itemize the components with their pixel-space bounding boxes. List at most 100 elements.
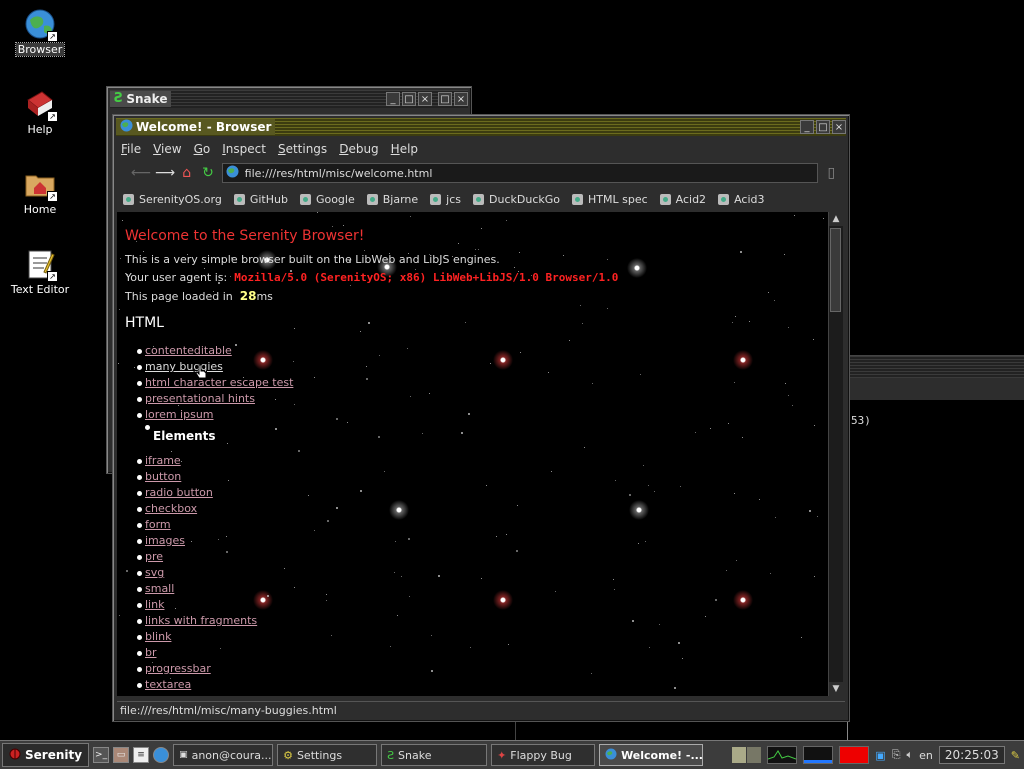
link-form[interactable]: form bbox=[145, 518, 171, 531]
bookmark-duckduckgo[interactable]: DuckDuckGo bbox=[473, 193, 560, 206]
clipboard-icon[interactable]: ⎘ bbox=[892, 748, 901, 762]
star bbox=[654, 491, 655, 492]
desktop-icon-home[interactable]: ↗ Home bbox=[5, 168, 75, 216]
home-icon[interactable]: ⌂ bbox=[179, 165, 194, 181]
star bbox=[728, 423, 729, 424]
terminal-icon[interactable]: >_ bbox=[93, 747, 110, 763]
browser-icon[interactable] bbox=[153, 747, 170, 763]
keyboard-layout[interactable]: en bbox=[919, 749, 933, 762]
background-window-titlebar[interactable] bbox=[847, 356, 1024, 378]
workspace-switcher[interactable] bbox=[732, 747, 762, 763]
url-bar[interactable] bbox=[221, 163, 818, 183]
desktop-icon-help[interactable]: ↗ Help bbox=[5, 88, 75, 136]
star bbox=[823, 218, 824, 219]
close-button[interactable]: × bbox=[418, 92, 432, 106]
star bbox=[809, 510, 811, 512]
list-item: link bbox=[136, 597, 618, 613]
url-input[interactable] bbox=[242, 165, 807, 181]
link-blink[interactable]: blink bbox=[145, 630, 171, 643]
browser-window[interactable]: Welcome! - Browser _ □ × File View Go In… bbox=[112, 114, 850, 722]
menu-file[interactable]: File bbox=[121, 142, 141, 156]
bookmark-label: Google bbox=[315, 192, 355, 206]
bookmark-bjarne[interactable]: Bjarne bbox=[366, 193, 418, 206]
scroll-up-arrow-icon[interactable]: ▲ bbox=[829, 212, 843, 226]
star bbox=[801, 637, 802, 638]
reload-icon[interactable]: ↻ bbox=[200, 165, 215, 181]
bookmark-serenityos[interactable]: SerenityOS.org bbox=[123, 193, 222, 206]
scroll-down-arrow-icon[interactable]: ▼ bbox=[829, 682, 843, 696]
back-arrow-icon[interactable]: ⟵ bbox=[131, 165, 151, 181]
snake-titlebar[interactable]: Ƨ Snake _ □ × □ × bbox=[110, 90, 468, 108]
task-snake[interactable]: Ƨ Snake bbox=[381, 744, 488, 766]
menu-settings[interactable]: Settings bbox=[278, 142, 327, 156]
link-many-buggies[interactable]: many buggies bbox=[145, 360, 223, 373]
task-settings[interactable]: ⚙ Settings bbox=[277, 744, 378, 766]
notes-icon[interactable]: ✎ bbox=[1011, 749, 1020, 762]
menu-inspect[interactable]: Inspect bbox=[222, 142, 266, 156]
bookmark-jcs[interactable]: jcs bbox=[430, 193, 461, 206]
close-button[interactable]: × bbox=[454, 92, 468, 106]
forward-arrow-icon[interactable]: ⟶ bbox=[155, 165, 175, 181]
close-button[interactable]: × bbox=[832, 120, 846, 134]
maximize-button[interactable]: □ bbox=[438, 92, 452, 106]
audio-icon[interactable]: 🔈︎ bbox=[907, 748, 914, 762]
network-icon[interactable]: ▣ bbox=[875, 749, 885, 762]
bookmark-acid3[interactable]: Acid3 bbox=[718, 193, 764, 206]
link-link[interactable]: link bbox=[145, 598, 164, 611]
link-pre[interactable]: pre bbox=[145, 550, 163, 563]
bookmark-acid2[interactable]: Acid2 bbox=[659, 193, 706, 206]
text-editor-icon[interactable]: ≡ bbox=[133, 747, 150, 763]
web-content-view[interactable]: Welcome to the Serenity Browser! This is… bbox=[117, 212, 828, 696]
star bbox=[682, 658, 683, 659]
background-window[interactable]: 53) bbox=[846, 355, 1024, 742]
link-textarea[interactable]: textarea bbox=[145, 678, 191, 691]
start-button[interactable]: Serenity bbox=[2, 743, 90, 767]
bookmark-icon[interactable]: ▯ bbox=[824, 165, 839, 181]
task-terminal[interactable]: ▣ anon@coura... bbox=[173, 744, 274, 766]
desktop-icon-text-editor[interactable]: ↗ Text Editor bbox=[5, 248, 75, 296]
bookmark-github[interactable]: GitHub bbox=[233, 193, 288, 206]
link-small[interactable]: small bbox=[145, 582, 174, 595]
vertical-scrollbar[interactable]: ▲ ▼ bbox=[828, 212, 843, 696]
browser-titlebar[interactable]: Welcome! - Browser _ □ × bbox=[116, 118, 846, 136]
link-br[interactable]: br bbox=[145, 646, 157, 659]
clock[interactable]: 20:25:03 bbox=[938, 746, 1005, 764]
list-item: form bbox=[136, 517, 618, 533]
task-flappy-bug[interactable]: ✦ Flappy Bug bbox=[491, 744, 596, 766]
file-manager-icon[interactable]: ▭ bbox=[113, 747, 130, 763]
link-html-character-escape-test[interactable]: html character escape test bbox=[145, 376, 293, 389]
link-svg[interactable]: svg bbox=[145, 566, 164, 579]
scroll-thumb[interactable] bbox=[830, 228, 841, 312]
link-contenteditable[interactable]: contenteditable bbox=[145, 344, 232, 357]
desktop-icon-label: Text Editor bbox=[10, 283, 70, 296]
link-images[interactable]: images bbox=[145, 534, 185, 547]
minimize-button[interactable]: _ bbox=[386, 92, 400, 106]
star bbox=[736, 560, 737, 561]
link-lorem-ipsum[interactable]: lorem ipsum bbox=[145, 408, 214, 421]
desktop-icon-browser[interactable]: ↗ Browser bbox=[5, 8, 75, 57]
link-checkbox[interactable]: checkbox bbox=[145, 502, 197, 515]
taskbar: Serenity >_ ▭ ≡ ▣ anon@coura... ⚙ Settin… bbox=[0, 740, 1024, 769]
menu-view[interactable]: View bbox=[153, 142, 181, 156]
menu-help[interactable]: Help bbox=[391, 142, 418, 156]
page-icon bbox=[366, 193, 378, 205]
bookmark-google[interactable]: Google bbox=[299, 192, 355, 206]
link-progressbar[interactable]: progressbar bbox=[145, 662, 211, 675]
minimize-button[interactable]: _ bbox=[800, 120, 814, 134]
bookmark-html-spec[interactable]: HTML spec bbox=[572, 193, 648, 206]
link-presentational-hints[interactable]: presentational hints bbox=[145, 392, 255, 405]
workspace-1[interactable] bbox=[732, 747, 747, 763]
link-radio-button[interactable]: radio button bbox=[145, 486, 213, 499]
task-browser[interactable]: Welcome! -... bbox=[599, 744, 704, 766]
star bbox=[648, 485, 649, 486]
star bbox=[785, 383, 786, 384]
maximize-button[interactable]: □ bbox=[402, 92, 416, 106]
menu-debug[interactable]: Debug bbox=[339, 142, 378, 156]
link-links-with-fragments[interactable]: links with fragments bbox=[145, 614, 257, 627]
link-iframe[interactable]: iframe bbox=[145, 454, 181, 467]
workspace-2[interactable] bbox=[747, 747, 762, 763]
link-button[interactable]: button bbox=[145, 470, 181, 483]
maximize-button[interactable]: □ bbox=[816, 120, 830, 134]
user-agent-label: Your user agent is: bbox=[125, 271, 228, 284]
menu-go[interactable]: Go bbox=[194, 142, 211, 156]
